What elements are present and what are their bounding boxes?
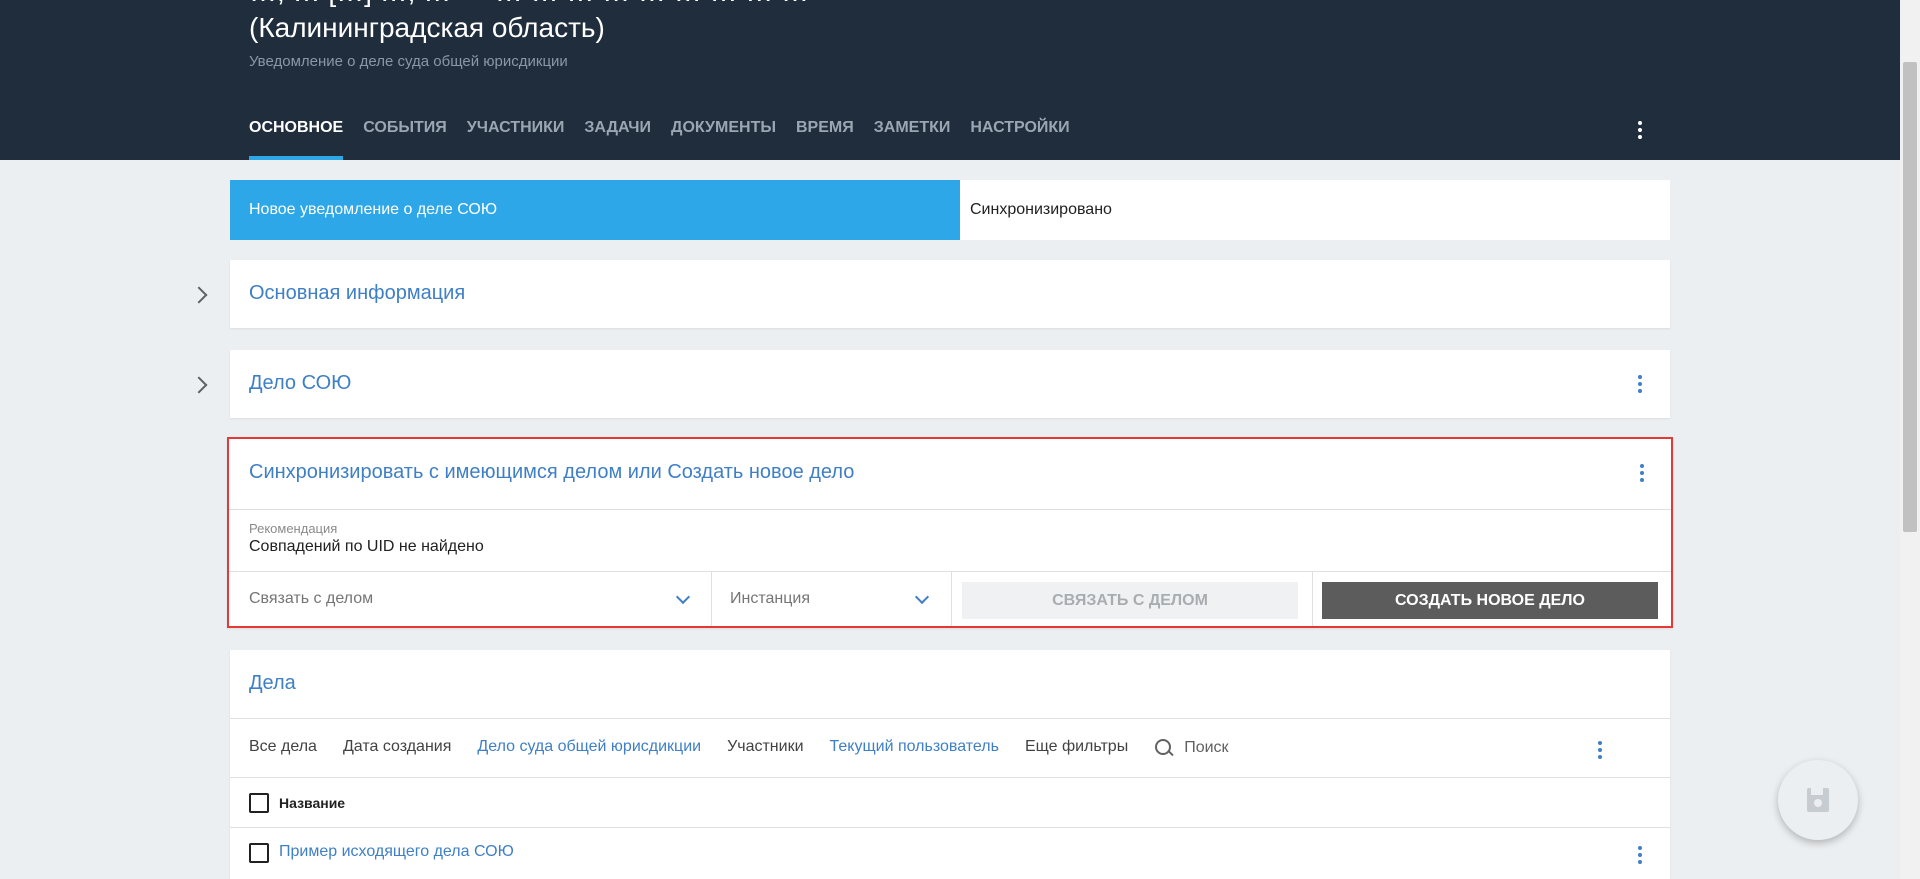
tab-notes[interactable]: ЗАМЕТКИ	[874, 110, 951, 160]
case-link[interactable]: Пример исходящего дела СОЮ	[279, 843, 514, 861]
divider	[230, 777, 1670, 778]
tab-time[interactable]: ВРЕМЯ	[796, 110, 854, 160]
create-case-button[interactable]: СОЗДАТЬ НОВОЕ ДЕЛО	[1322, 582, 1658, 619]
case-sou-section[interactable]: Дело СОЮ	[230, 350, 1670, 418]
page-title-partial: …, … […] …, … — … … … … … … … … …	[249, 0, 809, 10]
tab-documents[interactable]: ДОКУМЕНТЫ	[671, 110, 776, 160]
more-vertical-icon[interactable]	[1634, 461, 1650, 485]
tab-events[interactable]: СОБЫТИЯ	[363, 110, 447, 160]
link-case-placeholder: Связать с делом	[249, 590, 374, 607]
cases-title: Дела	[249, 672, 296, 694]
sync-section: Синхронизировать с имеющимся делом или С…	[227, 437, 1673, 628]
page-header: …, … […] …, … — … … … … … … … … … (Калин…	[0, 0, 1900, 160]
tab-settings[interactable]: НАСТРОЙКИ	[970, 110, 1069, 160]
filter-participants[interactable]: Участники	[727, 738, 803, 758]
save-icon	[1807, 788, 1829, 812]
more-vertical-icon[interactable]	[1592, 738, 1608, 762]
divider	[230, 827, 1670, 828]
link-case-select[interactable]: Связать с делом	[231, 572, 712, 626]
search-label: Поиск	[1184, 739, 1229, 756]
tab-main[interactable]: ОСНОВНОЕ	[249, 110, 344, 160]
divider	[1312, 572, 1313, 626]
row-checkbox[interactable]	[249, 843, 269, 863]
more-vertical-icon[interactable]	[1632, 372, 1648, 396]
link-case-button[interactable]: СВЯЗАТЬ С ДЕЛОМ	[962, 582, 1298, 619]
chevron-right-icon[interactable]	[190, 376, 208, 394]
tab-participants[interactable]: УЧАСТНИКИ	[467, 110, 565, 160]
search-icon	[1154, 738, 1174, 758]
tab-tasks[interactable]: ЗАДАЧИ	[584, 110, 651, 160]
status-next-step: Синхронизировано	[970, 201, 1112, 218]
filter-created-date[interactable]: Дата создания	[343, 738, 451, 758]
cases-section: Дела Все дела Дата создания Дело суда об…	[230, 650, 1670, 879]
page-title: (Калининградская область)	[249, 12, 605, 43]
instance-select[interactable]: Инстанция	[712, 572, 952, 626]
chevron-down-icon	[675, 589, 691, 605]
page-subtitle: Уведомление о деле суда общей юрисдикции	[249, 53, 568, 70]
more-vertical-icon[interactable]	[1632, 843, 1648, 867]
filter-court-case[interactable]: Дело суда общей юрисдикции	[477, 738, 701, 758]
filter-current-user[interactable]: Текущий пользователь	[830, 738, 999, 758]
sync-title: Синхронизировать с имеющимся делом или С…	[249, 461, 855, 483]
select-all-checkbox[interactable]	[249, 793, 269, 813]
divider	[229, 509, 1671, 510]
scrollbar-thumb[interactable]	[1903, 62, 1917, 532]
filter-bar: Все дела Дата создания Дело суда общей ю…	[249, 738, 1229, 758]
column-header-name: Название	[279, 795, 346, 811]
recommendation-label: Рекомендация	[249, 521, 338, 536]
more-vertical-icon[interactable]	[1632, 118, 1648, 142]
filter-more[interactable]: Еще фильтры	[1025, 738, 1128, 758]
status-arrow	[945, 180, 960, 240]
main-info-title[interactable]: Основная информация	[249, 282, 465, 305]
scrollbar[interactable]	[1900, 0, 1920, 879]
case-sou-title[interactable]: Дело СОЮ	[249, 372, 351, 395]
tab-bar: ОСНОВНОЕ СОБЫТИЯ УЧАСТНИКИ ЗАДАЧИ ДОКУМЕ…	[249, 110, 1090, 160]
divider	[230, 718, 1670, 719]
status-current-step: Новое уведомление о деле СОЮ	[230, 180, 960, 240]
chevron-down-icon	[914, 589, 930, 605]
status-progress-bar: Новое уведомление о деле СОЮ Синхронизир…	[230, 180, 1670, 240]
filter-all-cases[interactable]: Все дела	[249, 738, 317, 758]
search-button[interactable]: Поиск	[1154, 738, 1229, 758]
instance-placeholder: Инстанция	[730, 590, 810, 607]
chevron-right-icon[interactable]	[190, 286, 208, 304]
main-info-section[interactable]: Основная информация	[230, 260, 1670, 328]
save-fab-button[interactable]	[1778, 760, 1858, 840]
recommendation-value: Совпадений по UID не найдено	[249, 538, 484, 555]
